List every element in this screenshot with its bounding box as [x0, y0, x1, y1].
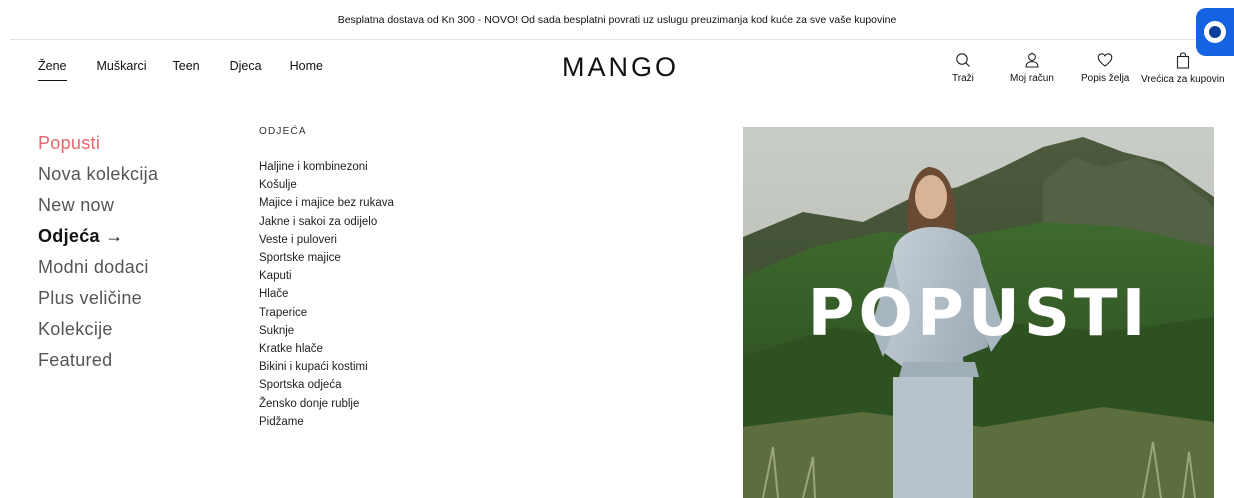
- header-divider: [10, 39, 1234, 40]
- submenu-item[interactable]: Bikini i kupaći kostimi: [259, 358, 394, 376]
- submenu-item[interactable]: Suknje: [259, 322, 394, 340]
- submenu-item[interactable]: Žensko donje rublje: [259, 395, 394, 413]
- category-kolekcije[interactable]: Kolekcije: [38, 314, 158, 345]
- shopping-bag-icon: [1176, 52, 1189, 69]
- category-nova-kolekcija[interactable]: Nova kolekcija: [38, 159, 158, 190]
- submenu-item[interactable]: Sportske majice: [259, 249, 394, 267]
- hero-title: POPUSTI: [807, 277, 1150, 351]
- user-icon: [1025, 53, 1039, 68]
- submenu-list: Haljine i kombinezoni Košulje Majice i m…: [259, 158, 394, 431]
- submenu-item[interactable]: Haljine i kombinezoni: [259, 158, 394, 176]
- submenu-item[interactable]: Sportska odjeća: [259, 376, 394, 394]
- wishlist-label: Popis želja: [1081, 73, 1130, 84]
- category-modni-dodaci[interactable]: Modni dodaci: [38, 252, 158, 283]
- submenu-heading: ODJEĆA: [259, 126, 307, 137]
- promo-text[interactable]: Besplatna dostava od Kn 300 - NOVO! Od s…: [338, 14, 897, 26]
- category-plus-velicine[interactable]: Plus veličine: [38, 283, 158, 314]
- nav-item-home[interactable]: Home: [290, 59, 323, 73]
- heart-icon: [1097, 53, 1113, 67]
- promo-bar: Besplatna dostava od Kn 300 - NOVO! Od s…: [0, 0, 1234, 40]
- bag-label: Vrećica za kupovin: [1141, 74, 1225, 85]
- submenu-item[interactable]: Jakne i sakoi za odijelo: [259, 213, 394, 231]
- account-button[interactable]: Moj račun: [1010, 52, 1054, 84]
- submenu-item[interactable]: Majice i majice bez rukava: [259, 194, 394, 212]
- submenu-item[interactable]: Kratke hlače: [259, 340, 394, 358]
- category-popusti[interactable]: Popusti: [38, 128, 158, 159]
- account-label: Moj račun: [1010, 73, 1054, 84]
- submenu-item[interactable]: Hlače: [259, 285, 394, 303]
- search-icon: [956, 53, 970, 67]
- submenu-item[interactable]: Traperice: [259, 304, 394, 322]
- submenu-item[interactable]: Košulje: [259, 176, 394, 194]
- category-menu: Popusti Nova kolekcija New now Odjeća → …: [38, 128, 158, 376]
- category-odjeca[interactable]: Odjeća →: [38, 221, 158, 252]
- wishlist-button[interactable]: Popis želja: [1081, 52, 1129, 84]
- category-new-now[interactable]: New now: [38, 190, 158, 221]
- search-label: Traži: [952, 73, 974, 84]
- main-nav: Žene Muškarci Teen Djeca Home: [38, 59, 323, 81]
- nav-item-zene[interactable]: Žene: [38, 59, 67, 81]
- brand-logo[interactable]: MANGO: [562, 52, 692, 83]
- nav-item-muskarci[interactable]: Muškarci: [97, 59, 147, 73]
- submenu-item[interactable]: Pidžame: [259, 413, 394, 431]
- bag-button[interactable]: Vrećica za kupovin: [1141, 52, 1225, 85]
- hero-banner[interactable]: POPUSTI: [743, 127, 1214, 498]
- app-badge-icon[interactable]: [1196, 8, 1234, 56]
- search-button[interactable]: Traži: [952, 52, 974, 84]
- category-featured[interactable]: Featured: [38, 345, 158, 376]
- nav-item-teen[interactable]: Teen: [173, 59, 200, 73]
- nav-item-djeca[interactable]: Djeca: [230, 59, 262, 73]
- submenu-item[interactable]: Kaputi: [259, 267, 394, 285]
- submenu-item[interactable]: Veste i puloveri: [259, 231, 394, 249]
